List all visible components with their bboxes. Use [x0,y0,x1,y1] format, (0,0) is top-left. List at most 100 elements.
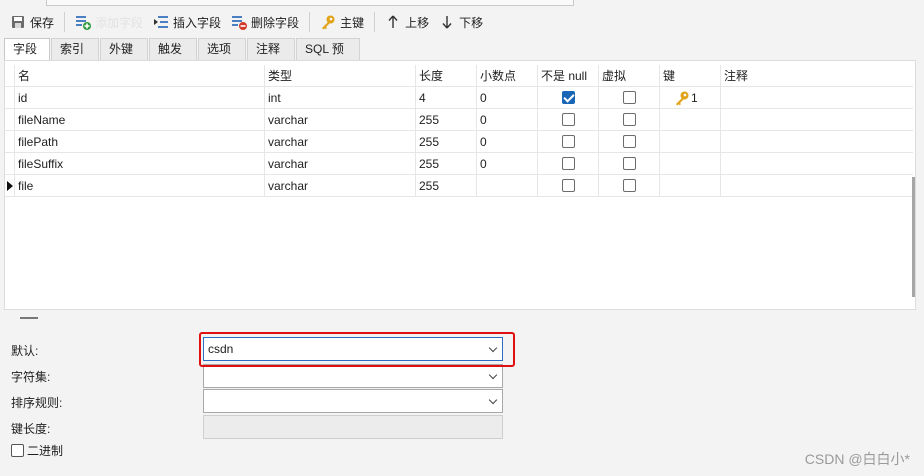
save-label: 保存 [30,15,55,30]
collation-label: 排序规则: [11,396,63,410]
chevron-down-icon[interactable] [488,395,498,405]
key-cell[interactable] [660,131,721,153]
virtual-cell [599,175,660,197]
column-header-key[interactable]: 键 [660,65,721,87]
key-length-field [203,415,503,439]
column-header-length[interactable]: 长度 [416,65,477,87]
key-cell[interactable]: 1 [660,87,721,109]
virtual-checkbox[interactable] [623,91,636,104]
field-length-cell[interactable]: 255 [416,175,477,197]
virtual-cell [599,87,660,109]
field-comment-cell[interactable] [721,153,913,175]
primary-key-button[interactable]: 主键 [316,10,368,34]
fields-grid: 名 类型 长度 小数点 不是 null 虚拟 键 注释 id int 4 0 1… [4,60,916,310]
not-null-checkbox[interactable] [562,91,575,104]
table-row[interactable]: file varchar 255 [5,175,913,197]
not-null-checkbox[interactable] [562,113,575,126]
delete-field-label: 删除字段 [251,15,300,30]
row-indicator[interactable] [5,87,15,109]
field-type-cell[interactable]: varchar [265,153,416,175]
not-null-checkbox[interactable] [562,135,575,148]
key-icon [320,14,336,30]
key-cell[interactable] [660,153,721,175]
field-decimals-cell[interactable] [477,175,538,197]
tab-comment[interactable]: 注释 [247,38,295,60]
move-down-button[interactable]: 下移 [435,10,487,34]
virtual-checkbox[interactable] [623,179,636,192]
tab-sql-preview[interactable]: SQL 预览 [296,38,360,77]
field-length-cell[interactable]: 255 [416,109,477,131]
virtual-cell [599,109,660,131]
field-comment-cell[interactable] [721,175,913,197]
field-decimals-cell[interactable]: 0 [477,87,538,109]
virtual-checkbox[interactable] [623,113,636,126]
field-name-cell[interactable]: id [15,87,265,109]
field-length-cell[interactable]: 255 [416,131,477,153]
table-row[interactable]: fileName varchar 255 0 [5,109,913,131]
field-decimals-cell[interactable]: 0 [477,153,538,175]
not-null-checkbox[interactable] [562,157,575,170]
binary-checkbox[interactable] [11,444,24,457]
column-header-comment[interactable]: 注释 [721,65,913,87]
column-header-not-null[interactable]: 不是 null [538,65,599,87]
move-up-button[interactable]: 上移 [381,10,433,34]
column-header-type[interactable]: 类型 [265,65,416,87]
arrow-down-icon [439,14,455,30]
virtual-checkbox[interactable] [623,157,636,170]
field-comment-cell[interactable] [721,131,913,153]
panel-splitter-handle[interactable] [20,317,38,319]
row-indicator[interactable] [5,109,15,131]
arrow-up-icon [385,14,401,30]
field-decimals-cell[interactable]: 0 [477,131,538,153]
collation-combobox[interactable] [203,389,503,413]
column-header-virtual[interactable]: 虚拟 [599,65,660,87]
field-type-cell[interactable]: varchar [265,109,416,131]
tab-indexes[interactable]: 索引 [51,38,99,60]
not-null-cell [538,153,599,175]
table-row[interactable]: fileSuffix varchar 255 0 [5,153,913,175]
tab-triggers[interactable]: 触发器 [149,38,197,77]
not-null-cell [538,175,599,197]
field-type-cell[interactable]: varchar [265,131,416,153]
add-field-button[interactable]: 添加字段 [71,10,147,34]
save-button[interactable]: 保存 [6,10,58,34]
table-row[interactable]: id int 4 0 1 [5,87,913,109]
table-row[interactable]: filePath varchar 255 0 [5,131,913,153]
field-type-cell[interactable]: int [265,87,416,109]
charset-combobox[interactable] [203,364,503,388]
charset-label: 字符集: [11,370,51,384]
row-indicator[interactable] [5,131,15,153]
field-name-cell[interactable]: file [15,175,265,197]
field-decimals-cell[interactable]: 0 [477,109,538,131]
insert-field-button[interactable]: 插入字段 [149,10,225,34]
vertical-scrollbar[interactable] [912,177,915,297]
virtual-checkbox[interactable] [623,135,636,148]
chevron-down-icon[interactable] [488,370,498,380]
field-name-cell[interactable]: fileSuffix [15,153,265,175]
field-type-cell[interactable]: varchar [265,175,416,197]
field-length-cell[interactable]: 4 [416,87,477,109]
tab-foreign-keys[interactable]: 外键 [100,38,148,60]
column-header-decimals[interactable]: 小数点 [477,65,538,87]
field-name-cell[interactable]: fileName [15,109,265,131]
tab-fields[interactable]: 字段 [4,38,50,60]
row-indicator[interactable] [5,175,15,197]
column-header-name[interactable]: 名 [15,65,265,87]
field-comment-cell[interactable] [721,87,913,109]
row-indicator[interactable] [5,153,15,175]
watermark: CSDN @白白小* [804,451,910,467]
key-cell[interactable] [660,175,721,197]
toolbar-divider [64,12,66,32]
key-cell[interactable] [660,109,721,131]
key-length-label: 键长度: [11,422,51,436]
field-comment-cell[interactable] [721,109,913,131]
top-strip [0,0,924,6]
not-null-checkbox[interactable] [562,179,575,192]
insert-field-label: 插入字段 [173,15,222,30]
add-field-icon [75,14,92,30]
field-name-cell[interactable]: filePath [15,131,265,153]
field-length-cell[interactable]: 255 [416,153,477,175]
tab-options[interactable]: 选项 [198,38,246,60]
binary-option[interactable]: 二进制 [11,442,63,459]
delete-field-button[interactable]: 删除字段 [227,10,303,34]
